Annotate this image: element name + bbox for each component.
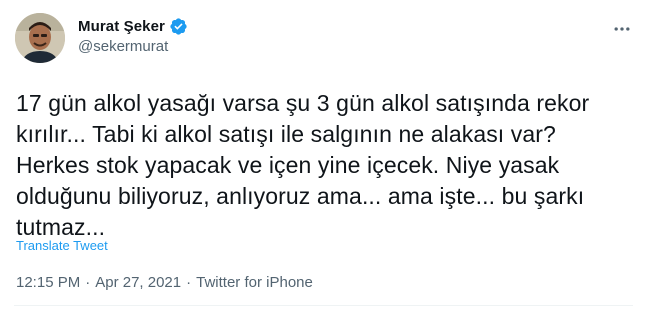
user-handle[interactable]: @sekermurat bbox=[78, 38, 188, 55]
display-name[interactable]: Murat Şeker bbox=[78, 18, 165, 35]
tweet-card: Murat Şeker @sekermurat 17 gün alkol yas… bbox=[0, 0, 647, 317]
meta-separator: · bbox=[85, 274, 91, 291]
tweet-date[interactable]: Apr 27, 2021 bbox=[95, 274, 181, 291]
tweet-time[interactable]: 12:15 PM bbox=[16, 274, 80, 291]
author-info: Murat Şeker @sekermurat bbox=[78, 15, 188, 55]
divider bbox=[14, 305, 633, 306]
verified-badge-icon bbox=[169, 17, 188, 36]
tweet-meta: 12:15 PM · Apr 27, 2021 · Twitter for iP… bbox=[16, 274, 313, 291]
meta-separator: · bbox=[186, 274, 192, 291]
tweet-source[interactable]: Twitter for iPhone bbox=[196, 274, 313, 291]
avatar[interactable] bbox=[15, 13, 65, 63]
name-row: Murat Şeker bbox=[78, 15, 188, 37]
avatar-image bbox=[15, 13, 65, 63]
more-horizontal-icon[interactable] bbox=[611, 18, 633, 40]
tweet-text: 17 gün alkol yasağı varsa şu 3 gün alkol… bbox=[16, 90, 590, 240]
translate-tweet-link[interactable]: Translate Tweet bbox=[16, 238, 108, 253]
